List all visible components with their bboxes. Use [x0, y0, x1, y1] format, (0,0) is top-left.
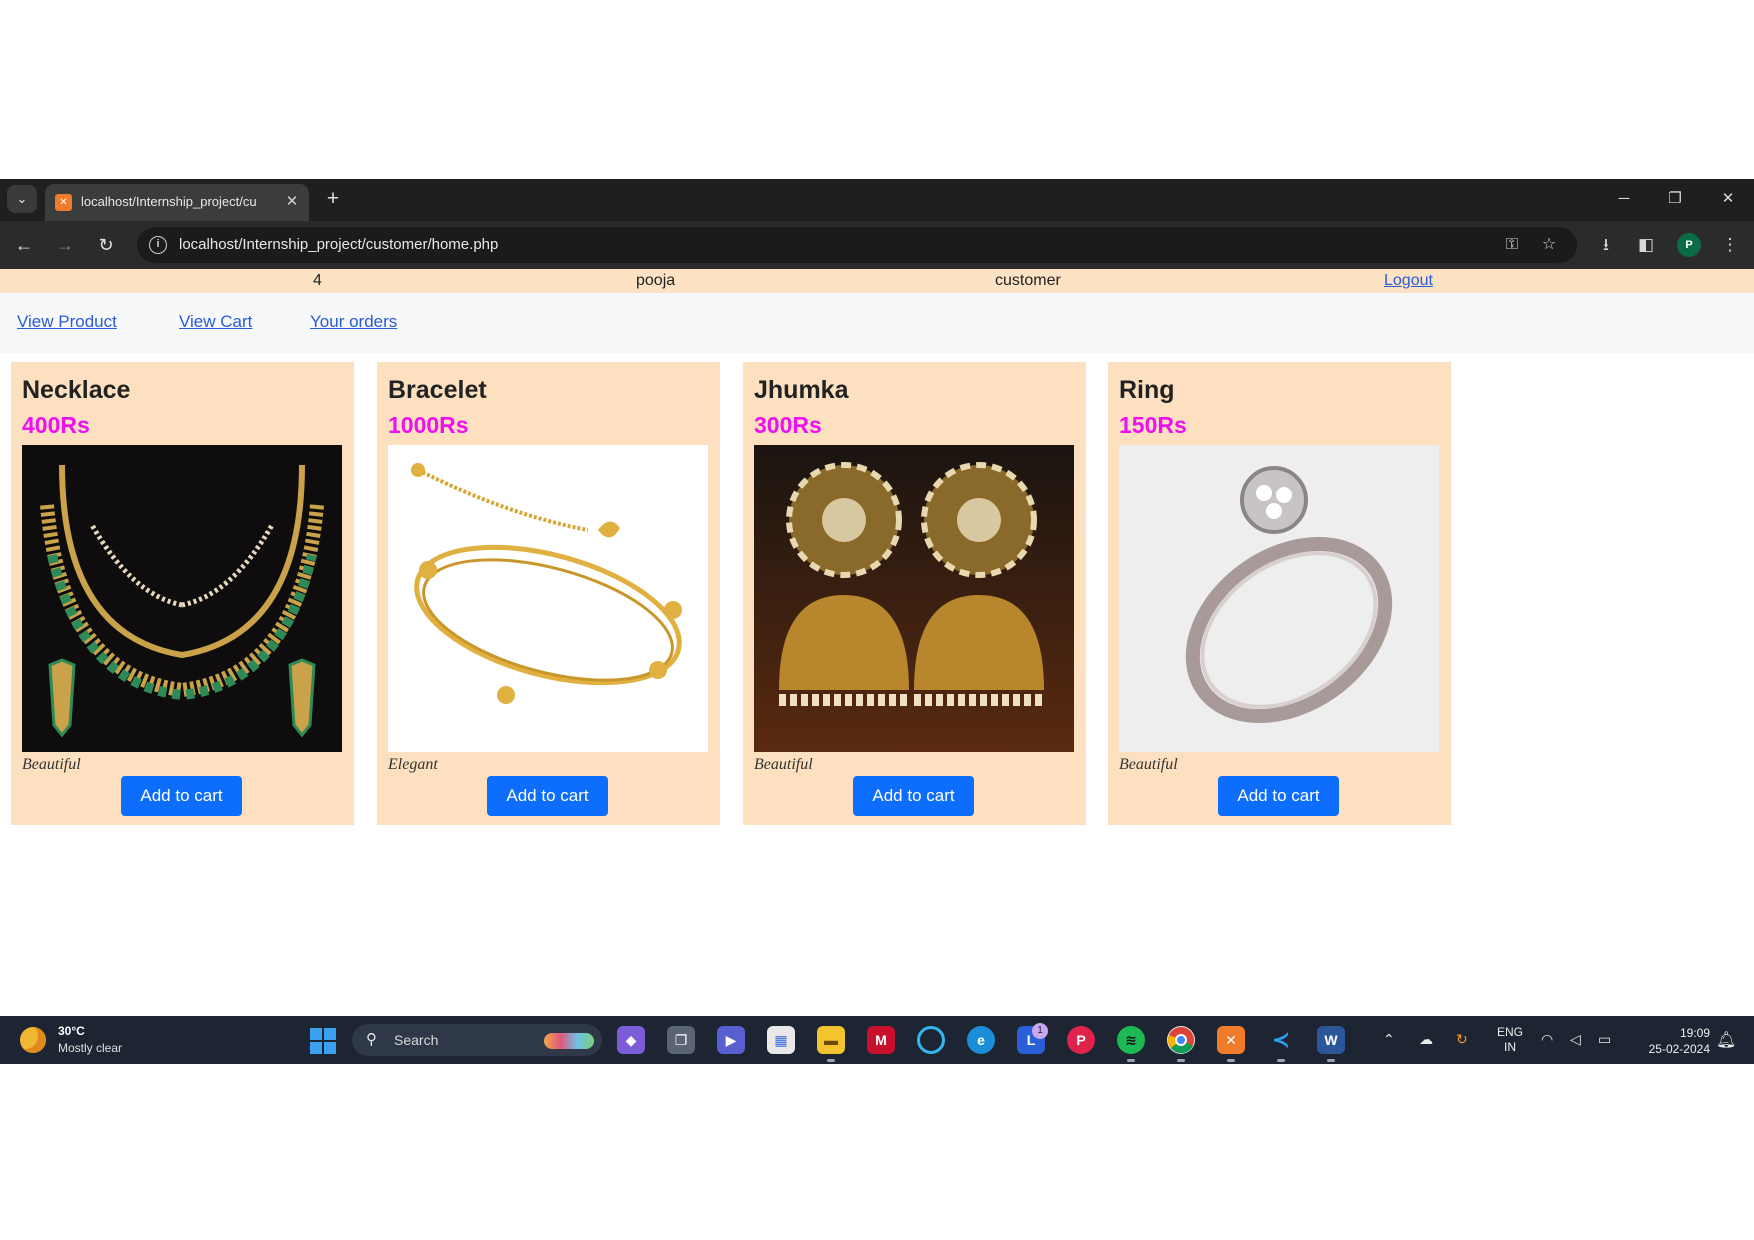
product-price: 1000Rs [388, 412, 469, 438]
ring-image [1119, 445, 1439, 752]
your-orders-link[interactable]: Your orders [310, 312, 397, 332]
notification-bell-icon[interactable]: 🔔︎ [1716, 1030, 1736, 1050]
user-id: 4 [313, 272, 322, 289]
product-card: Ring 150Rs Beautiful Add to cart [1108, 362, 1451, 825]
add-to-cart-button[interactable]: Add to cart [121, 776, 242, 816]
add-to-cart-button[interactable]: Add to cart [1218, 776, 1339, 816]
mcafee-icon[interactable]: M [867, 1026, 895, 1054]
xampp-icon: ✕ [55, 194, 72, 211]
pinterest-icon[interactable]: P [1067, 1026, 1095, 1054]
file-explorer-icon[interactable]: ▬ [817, 1026, 845, 1062]
product-name: Bracelet [388, 376, 487, 404]
view-cart-link[interactable]: View Cart [179, 312, 252, 332]
active-tab[interactable]: ✕ localhost/Internship_project/cu ✕ [45, 184, 309, 221]
bookmark-star-icon[interactable]: ☆ [1536, 233, 1562, 257]
product-description: Beautiful [754, 756, 813, 773]
search-highlight-icon [544, 1033, 594, 1049]
logout-link[interactable]: Logout [1384, 272, 1433, 290]
clock-time: 19:09 [1679, 1026, 1710, 1040]
sync-icon[interactable]: ↻ [1456, 1031, 1468, 1048]
necklace-image [22, 445, 342, 752]
product-price: 400Rs [22, 412, 90, 438]
tab-title: localhost/Internship_project/cu [81, 194, 257, 209]
view-product-link[interactable]: View Product [17, 312, 117, 332]
notification-badge: 1 [1032, 1023, 1048, 1039]
product-card: Bracelet 1000Rs Elegant Add to cart [377, 362, 720, 825]
profile-avatar[interactable]: P [1677, 233, 1701, 257]
forward-arrow-icon[interactable]: → [51, 231, 79, 259]
restore-button[interactable]: ❐ [1657, 185, 1693, 213]
user-info-bar: 4 pooja customer Logout [0, 269, 1754, 293]
minimize-button[interactable]: ─ [1606, 185, 1642, 213]
product-card: Necklace 400Rs Beautiful Add to cart [11, 362, 354, 825]
language-indicator[interactable]: ENG IN [1497, 1025, 1523, 1055]
clock-date: 25-02-2024 [1648, 1042, 1710, 1056]
task-view-icon[interactable]: ❐ [667, 1026, 695, 1054]
menu-dots-icon[interactable]: ⋮ [1716, 231, 1744, 259]
url-text[interactable]: localhost/Internship_project/customer/ho… [179, 236, 498, 253]
site-info-icon[interactable]: i [149, 236, 167, 254]
taskbar-search[interactable]: ⚲ Search [352, 1024, 602, 1056]
vscode-icon[interactable]: ≺ [1267, 1026, 1295, 1062]
language-code: ENG [1497, 1025, 1524, 1039]
close-tab-icon[interactable]: ✕ [282, 192, 302, 212]
teams-chat-icon[interactable]: ▶ [717, 1026, 745, 1054]
edge-icon[interactable]: e [967, 1026, 995, 1054]
search-label: Search [394, 1032, 439, 1048]
product-card: Jhumka 300Rs Beautiful Add to cart [743, 362, 1086, 825]
product-description: Beautiful [22, 756, 81, 773]
word-icon[interactable]: W [1317, 1026, 1345, 1062]
product-name: Jhumka [754, 376, 849, 404]
spotify-icon[interactable]: ≋ [1117, 1026, 1145, 1062]
microsoft-store-icon[interactable]: ▦ [767, 1026, 795, 1054]
tab-strip: ⌄ ✕ localhost/Internship_project/cu ✕ + … [0, 179, 1754, 221]
side-panel-icon[interactable]: ◧ [1632, 231, 1660, 259]
password-key-icon[interactable]: ⚿ [1499, 233, 1525, 257]
username: pooja [636, 272, 676, 289]
battery-icon[interactable]: ▭ [1598, 1031, 1611, 1048]
back-arrow-icon[interactable]: ← [10, 231, 38, 259]
download-icon[interactable]: ⭳ [1592, 231, 1620, 259]
browser-toolbar: ← → ↻ i localhost/Internship_project/cus… [0, 221, 1754, 269]
user-role: customer [995, 272, 1061, 289]
bracelet-image [388, 445, 708, 752]
chrome-icon[interactable] [1167, 1026, 1195, 1062]
weather-temperature[interactable]: 30°C [58, 1024, 85, 1038]
weather-moon-icon[interactable] [20, 1027, 46, 1053]
chevron-up-icon[interactable]: ⌃ [1383, 1031, 1395, 1048]
product-name: Ring [1119, 376, 1175, 404]
address-bar[interactable]: i localhost/Internship_project/customer/… [137, 227, 1577, 263]
xampp-icon[interactable]: ✕ [1217, 1026, 1245, 1062]
windows-taskbar: 30°C Mostly clear ⚲ Search ◆ ❐ ▶ ▦ ▬ M e… [0, 1016, 1754, 1064]
weather-description[interactable]: Mostly clear [58, 1041, 122, 1055]
add-to-cart-button[interactable]: Add to cart [853, 776, 974, 816]
volume-icon[interactable]: ◁ [1570, 1031, 1581, 1048]
product-price: 150Rs [1119, 412, 1187, 438]
system-clock[interactable]: 19:09 25-02-2024 [1630, 1025, 1710, 1057]
cortana-icon[interactable] [917, 1026, 945, 1054]
reload-icon[interactable]: ↻ [92, 231, 120, 259]
search-icon: ⚲ [366, 1031, 377, 1048]
region-code: IN [1504, 1040, 1516, 1054]
tab-search-button[interactable]: ⌄ [7, 185, 37, 213]
browser-chrome: ⌄ ✕ localhost/Internship_project/cu ✕ + … [0, 179, 1754, 269]
windows-start-icon[interactable] [310, 1028, 336, 1054]
product-description: Beautiful [1119, 756, 1178, 773]
customer-nav: View Product View Cart Your orders [0, 293, 1754, 353]
page-content: 4 pooja customer Logout View Product Vie… [0, 269, 1754, 1016]
close-window-button[interactable]: ✕ [1710, 185, 1746, 213]
new-tab-button[interactable]: + [321, 187, 345, 211]
product-description: Elegant [388, 756, 438, 773]
product-price: 300Rs [754, 412, 822, 438]
onedrive-icon[interactable]: ☁ [1419, 1031, 1433, 1048]
jhumka-image [754, 445, 1074, 752]
wifi-icon[interactable]: ◠ [1541, 1031, 1553, 1048]
product-name: Necklace [22, 376, 131, 404]
add-to-cart-button[interactable]: Add to cart [487, 776, 608, 816]
widgets-icon[interactable]: ◆ [617, 1026, 645, 1054]
